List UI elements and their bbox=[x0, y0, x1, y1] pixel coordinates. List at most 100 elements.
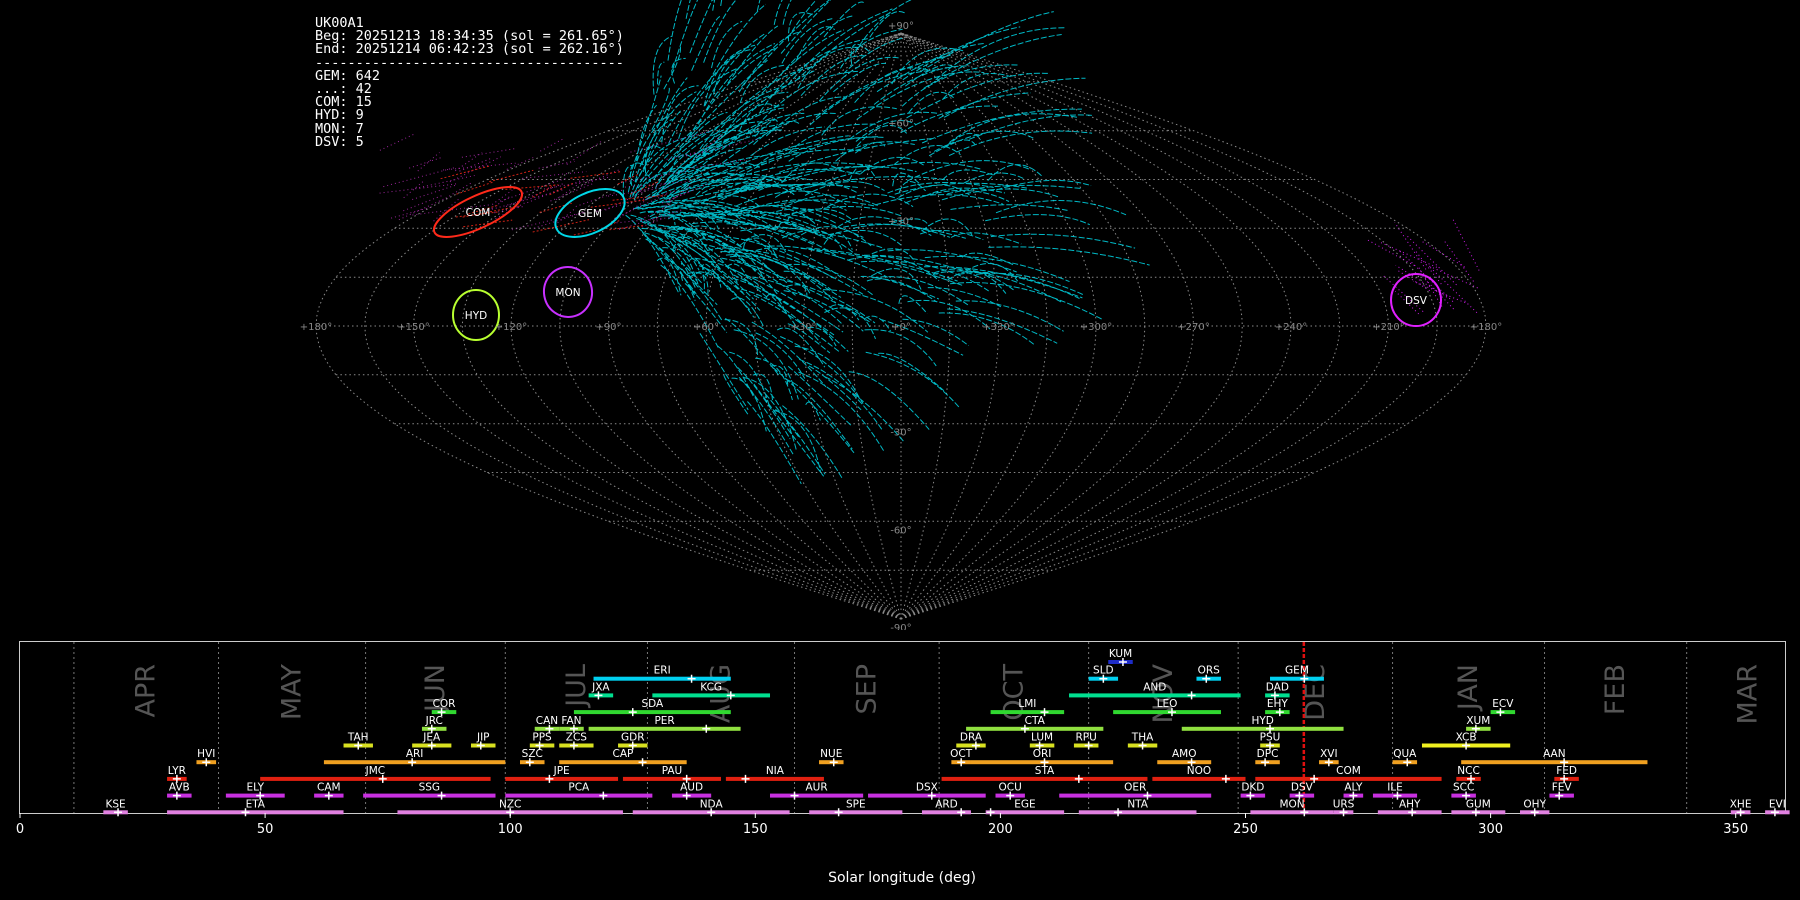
shower-code-label: SZC bbox=[522, 748, 543, 760]
shower-bar bbox=[1069, 693, 1241, 698]
shower-code-label: TAH bbox=[347, 732, 369, 744]
gem-meteor-trails bbox=[622, 0, 1150, 485]
longitude-tick-label: +270° bbox=[1177, 322, 1209, 333]
shower-bar bbox=[1152, 776, 1246, 781]
longitude-tick-label: +30° bbox=[790, 322, 816, 333]
shower-code-label: DRA bbox=[960, 732, 983, 744]
shower-bar bbox=[671, 793, 712, 798]
month-label: MAR bbox=[1732, 664, 1763, 725]
shower-code-label: ERI bbox=[654, 665, 671, 677]
shower-bar bbox=[941, 776, 1148, 781]
shower-bar bbox=[1059, 793, 1212, 798]
shower-bar bbox=[1255, 776, 1442, 781]
latitude-tick-label: +60° bbox=[888, 119, 914, 130]
shower-code-label: CTA bbox=[1025, 715, 1046, 727]
shower-peak-marker bbox=[834, 808, 843, 817]
shower-bar bbox=[985, 810, 1065, 815]
longitude-tick-label: +300° bbox=[1080, 322, 1112, 333]
shower-bar bbox=[1461, 760, 1648, 765]
shower-code-label: KCG bbox=[700, 681, 722, 693]
com-radiant-label: COM bbox=[466, 207, 491, 219]
shower-code-label: ILE bbox=[1387, 782, 1403, 794]
shower-code-label: ZCS bbox=[566, 732, 588, 744]
radiant-markers: GEM COM MON HYD DSV bbox=[432, 186, 1442, 341]
shower-peak-marker bbox=[638, 758, 647, 767]
month-label: JUL bbox=[561, 664, 592, 709]
shower-code-label: ALY bbox=[1344, 782, 1363, 794]
shower-code-label: ELY bbox=[247, 782, 265, 794]
shower-code-label: MON bbox=[1279, 798, 1304, 810]
shower-bar bbox=[505, 776, 619, 781]
shower-code-label: FED bbox=[1556, 765, 1577, 777]
shower-bar bbox=[1181, 726, 1344, 731]
shower-code-label: QUA bbox=[1393, 748, 1417, 760]
shower-code-label: CAP bbox=[613, 748, 634, 760]
shower-bar bbox=[1250, 810, 1334, 815]
shower-code-label: SPE bbox=[846, 798, 866, 810]
shower-code-label: SDA bbox=[641, 698, 664, 710]
shower-bar bbox=[1270, 676, 1324, 681]
shower-code-label: AAN bbox=[1543, 748, 1566, 760]
shower-code-label: PER bbox=[654, 715, 674, 727]
shower-code-label: OER bbox=[1124, 782, 1146, 794]
shower-code-label: OCU bbox=[999, 782, 1022, 794]
shower-peak-marker bbox=[545, 774, 554, 783]
shower-bar bbox=[260, 776, 491, 781]
shower-code-label: NIA bbox=[766, 765, 785, 777]
shower-bar bbox=[573, 710, 731, 715]
shower-peak-marker bbox=[1074, 774, 1083, 783]
shower-bar bbox=[363, 793, 496, 798]
shower-code-label: NDA bbox=[700, 798, 724, 810]
shower-peak-marker bbox=[741, 774, 750, 783]
shower-code-label: STA bbox=[1035, 765, 1055, 777]
shower-bar bbox=[1078, 810, 1197, 815]
shower-code-label: CAM bbox=[317, 782, 341, 794]
shower-code-label: SCC bbox=[1453, 782, 1474, 794]
longitude-tick-label: +150° bbox=[397, 322, 429, 333]
shower-bar bbox=[956, 743, 986, 748]
shower-bar bbox=[622, 776, 721, 781]
shower-bar bbox=[725, 776, 824, 781]
shower-code-label: XHE bbox=[1730, 798, 1752, 810]
shower-code-label: LEO bbox=[1157, 698, 1178, 710]
shower-code-label: ECV bbox=[1492, 698, 1514, 710]
shower-code-label: ETA bbox=[246, 798, 266, 810]
longitude-tick-label: +240° bbox=[1275, 322, 1307, 333]
shower-code-label: LYR bbox=[168, 765, 186, 777]
x-tick-label: 0 bbox=[16, 822, 24, 837]
shower-code-label: OCT bbox=[950, 748, 973, 760]
shower-code-label: HVI bbox=[197, 748, 215, 760]
shower-code-label: DSX bbox=[916, 782, 938, 794]
gem-radiant-label: GEM bbox=[578, 208, 602, 220]
shower-peak-marker bbox=[986, 808, 995, 817]
shower-peak-marker bbox=[1187, 691, 1196, 700]
longitude-tick-label: +90° bbox=[595, 322, 621, 333]
shower-peak-marker bbox=[702, 724, 711, 733]
shower-bar bbox=[505, 793, 653, 798]
shower-code-label: PAU bbox=[662, 765, 683, 777]
shower-code-label: XUM bbox=[1466, 715, 1490, 727]
shower-code-label: LUM bbox=[1031, 732, 1053, 744]
observation-info: UK00A1 Beg: 20251213 18:34:35 (sol = 261.… bbox=[315, 16, 624, 149]
shower-code-label: COR bbox=[433, 698, 456, 710]
x-tick-label: 350 bbox=[1723, 822, 1748, 837]
shower-peak-marker bbox=[687, 674, 696, 683]
dsv-radiant-label: DSV bbox=[1405, 295, 1428, 307]
x-axis: 0 50 100 150 200 250 300 350 bbox=[16, 813, 1748, 837]
shower-code-label: EGE bbox=[1014, 798, 1035, 810]
shower-code-label: ARI bbox=[406, 748, 424, 760]
month-label: APR bbox=[131, 664, 162, 718]
shower-code-label: URS bbox=[1333, 798, 1355, 810]
longitude-tick-label: +180° bbox=[1470, 322, 1502, 333]
shower-code-label: JPE bbox=[553, 765, 570, 777]
x-tick-label: 150 bbox=[743, 822, 768, 837]
shower-code-label: JIP bbox=[476, 732, 490, 744]
shower-code-label: NUE bbox=[820, 748, 842, 760]
shower-bar bbox=[593, 676, 731, 681]
shower-code-label: XCB bbox=[1456, 732, 1477, 744]
shower-code-label: NZC bbox=[499, 798, 521, 810]
shower-code-label: NCC bbox=[1457, 765, 1480, 777]
x-axis-label: Solar longitude (deg) bbox=[828, 870, 976, 886]
shower-code-label: FAN bbox=[561, 715, 581, 727]
shower-bar bbox=[1113, 710, 1221, 715]
